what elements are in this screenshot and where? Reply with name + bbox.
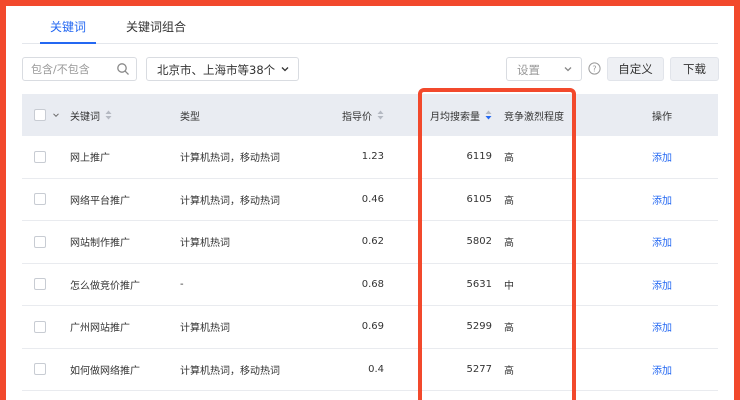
chevron-down-icon [564,67,572,72]
sort-icon[interactable] [105,110,112,120]
competition-cell: 中 [504,280,514,292]
row-select[interactable] [34,306,46,348]
row-checkbox[interactable] [34,235,46,248]
add-keyword-link[interactable]: 添加 [652,277,672,292]
header-price[interactable]: 指导价 [322,94,384,136]
settings-select-placeholder: 设置 [517,63,540,77]
row-checkbox[interactable] [34,320,46,333]
tab-keywords[interactable]: 关键词 [50,18,86,35]
type-cell: 计算机热词 [180,238,230,250]
keyword-cell: 网络平台推广 [70,195,130,207]
header-competition: 竞争激烈程度 [504,111,564,123]
table-body: 网上推广 计算机热词，移动热词 1.23 6119 高 添加 网络平台推广 计算… [22,136,718,391]
tab-keyword-combinations[interactable]: 关键词组合 [126,18,186,35]
region-select-value: 北京市、上海市等38个 [157,63,276,77]
row-select[interactable] [34,349,46,391]
add-keyword-link[interactable]: 添加 [652,234,672,249]
region-select[interactable]: 北京市、上海市等38个 [146,57,299,81]
type-cell: - [180,278,184,290]
download-button[interactable]: 下载 [670,57,719,81]
filter-search-box[interactable] [22,57,137,81]
type-cell: 计算机热词，移动热词 [180,365,280,377]
header-keyword[interactable]: 关键词 [70,94,112,136]
monthly-search-cell: 6119 [466,151,492,163]
row-checkbox[interactable] [34,278,46,291]
table-header: 关键词 类型 指导价 月均搜索量 竞争激烈程度 操作 [22,94,718,136]
sort-icon[interactable] [377,110,384,120]
filter-input[interactable] [23,58,113,80]
active-tab-indicator [40,42,96,44]
row-checkbox[interactable] [34,363,46,376]
chevron-down-icon[interactable] [52,111,60,119]
header-type: 类型 [180,111,200,123]
row-select[interactable] [34,136,46,178]
add-keyword-link[interactable]: 添加 [652,149,672,164]
add-link-cell: 添加 [632,136,692,178]
competition-cell: 高 [504,195,514,207]
competition-cell: 高 [504,323,514,335]
select-all-checkbox[interactable] [34,109,46,121]
search-icon[interactable] [116,62,130,76]
keyword-cell: 如何做网络推广 [70,365,140,377]
table-row: 如何做网络推广 计算机热词，移动热词 0.4 5277 高 添加 [22,348,718,391]
keyword-cell: 广州网站推广 [70,323,130,335]
header-action: 操作 [652,111,672,123]
customize-button[interactable]: 自定义 [607,57,664,81]
monthly-search-cell: 6105 [466,193,492,205]
monthly-search-cell: 5277 [466,363,492,375]
keyword-cell: 网站制作推广 [70,238,130,250]
row-select[interactable] [34,179,46,221]
monthly-search-cell: 5802 [466,236,492,248]
add-link-cell: 添加 [632,349,692,391]
type-cell: 计算机热词，移动热词 [180,195,280,207]
help-circle-icon[interactable]: ? [588,62,601,75]
chevron-down-icon [281,67,289,72]
add-link-cell: 添加 [632,221,692,263]
add-link-cell: 添加 [632,264,692,306]
table-row: 网络平台推广 计算机热词，移动热词 0.46 6105 高 添加 [22,178,718,221]
row-select[interactable] [34,221,46,263]
add-keyword-link[interactable]: 添加 [652,362,672,377]
table-row: 广州网站推广 计算机热词 0.69 5299 高 添加 [22,306,718,349]
keyword-cell: 怎么做竞价推广 [70,280,140,292]
price-cell: 0.62 [361,236,384,248]
add-link-cell: 添加 [632,179,692,221]
row-checkbox[interactable] [34,193,46,206]
header-price-label: 指导价 [342,111,372,123]
type-cell: 计算机热词，移动热词 [180,153,280,165]
competition-cell: 高 [504,238,514,250]
header-monthly-search-label: 月均搜索量 [430,111,480,123]
price-cell: 0.69 [361,321,384,333]
price-cell: 0.68 [361,278,384,290]
header-keyword-label: 关键词 [70,111,100,123]
svg-text:?: ? [592,64,596,73]
price-cell: 0.46 [361,193,384,205]
row-select[interactable] [34,264,46,306]
sort-desc-icon[interactable] [485,110,492,120]
monthly-search-cell: 5631 [466,278,492,290]
keyword-table: 关键词 类型 指导价 月均搜索量 竞争激烈程度 操作 网上推广 计算机热词，移动… [22,94,718,391]
settings-select[interactable]: 设置 [506,57,582,81]
monthly-search-cell: 5299 [466,321,492,333]
competition-cell: 高 [504,153,514,165]
add-link-cell: 添加 [632,306,692,348]
row-checkbox[interactable] [34,150,46,163]
add-keyword-link[interactable]: 添加 [652,319,672,334]
table-row: 网站制作推广 计算机热词 0.62 5802 高 添加 [22,221,718,264]
table-row: 怎么做竞价推广 - 0.68 5631 中 添加 [22,263,718,306]
keyword-cell: 网上推广 [70,153,110,165]
type-cell: 计算机热词 [180,323,230,335]
select-all[interactable] [34,94,60,136]
table-row: 网上推广 计算机热词，移动热词 1.23 6119 高 添加 [22,136,718,179]
header-monthly-search[interactable]: 月均搜索量 [422,94,492,136]
competition-cell: 高 [504,365,514,377]
price-cell: 1.23 [361,151,384,163]
tab-bar: 关键词 关键词组合 [22,10,718,44]
price-cell: 0.4 [368,363,384,375]
add-keyword-link[interactable]: 添加 [652,192,672,207]
